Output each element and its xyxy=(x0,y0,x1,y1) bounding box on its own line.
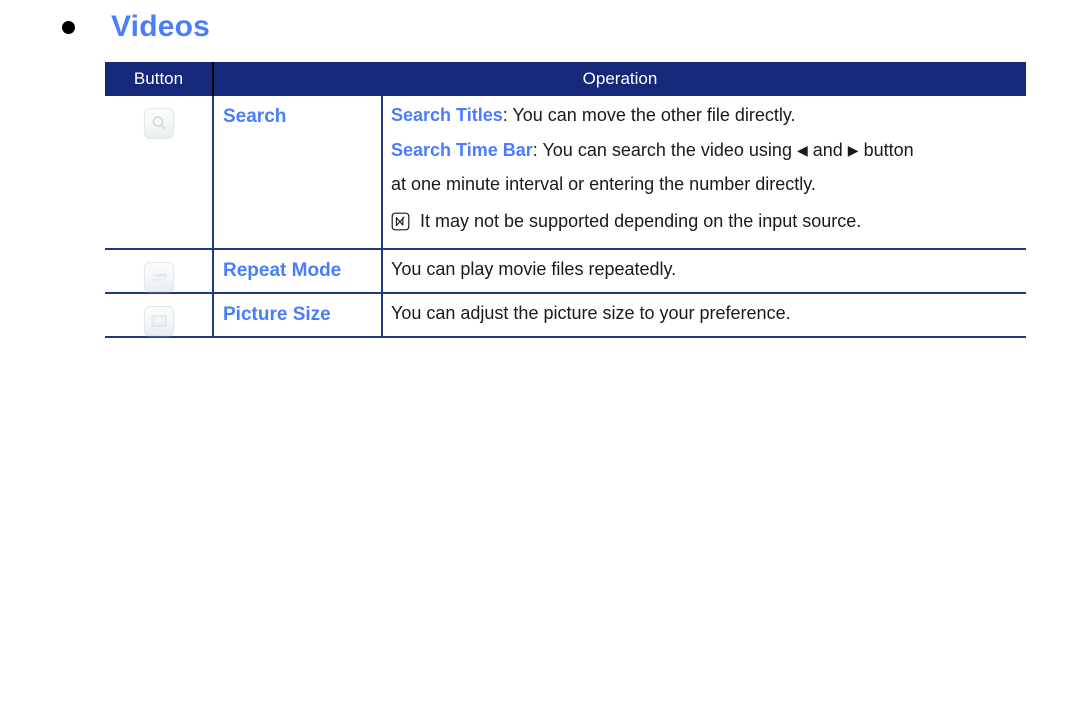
page-title: Videos xyxy=(111,10,211,43)
page-heading: Videos xyxy=(62,12,210,42)
description-separator: : xyxy=(532,139,543,160)
description-line: Search Titles: You can move the other fi… xyxy=(391,105,1026,126)
note-text: It may not be supported depending on the… xyxy=(420,211,862,232)
repeat-mode-icon[interactable] xyxy=(143,261,174,292)
row-label-cell: Picture Size xyxy=(212,292,382,338)
description-separator: : xyxy=(502,105,513,125)
search-icon[interactable] xyxy=(143,108,174,138)
description-text: You can move the other file directly. xyxy=(512,105,796,125)
manual-page: Videos Button Operation Search Search Ti… xyxy=(0,0,1080,705)
table-row: Repeat Mode You can play movie files rep… xyxy=(105,248,1027,294)
row-label: Repeat Mode xyxy=(223,259,342,281)
table-header-row: Button Operation xyxy=(105,62,1027,96)
description-keyword: Search Time Bar xyxy=(391,139,533,160)
description-line: You can play movie files repeatedly. xyxy=(391,258,677,279)
row-label-cell: Repeat Mode xyxy=(212,248,382,294)
column-header-button: Button xyxy=(105,62,214,96)
description-text: You can search the video using xyxy=(542,139,797,160)
table-header: Button Operation xyxy=(105,62,1027,96)
arrow-right-icon: ▶ xyxy=(847,141,859,158)
description-line: Search Time Bar: You can search the vide… xyxy=(391,140,1026,161)
row-icon-cell xyxy=(105,292,213,338)
row-description-cell: You can adjust the picture size to your … xyxy=(380,292,1027,338)
table-body: Search Search Titles: You can move the o… xyxy=(105,96,1027,338)
description-keyword: Search Titles xyxy=(391,105,503,125)
row-description-cell: Search Titles: You can move the other fi… xyxy=(380,96,1027,250)
column-header-operation: Operation xyxy=(213,62,1027,96)
description-text: and xyxy=(807,139,848,160)
row-label-cell: Search xyxy=(212,96,382,250)
description-text: button xyxy=(858,139,914,160)
row-icon-cell xyxy=(105,96,213,250)
videos-button-operation-table: Button Operation Search Search Titles: Y… xyxy=(105,62,1027,338)
description-line: at one minute interval or entering the n… xyxy=(391,174,816,195)
note-line: It may not be supported depending on the… xyxy=(391,211,1026,232)
arrow-left-icon: ◀ xyxy=(796,141,808,158)
row-icon-cell xyxy=(105,248,213,294)
row-label: Search xyxy=(223,106,287,127)
note-icon xyxy=(391,212,410,231)
bullet-dot-icon xyxy=(62,20,75,34)
row-label: Picture Size xyxy=(223,303,331,325)
table-row: Search Search Titles: You can move the o… xyxy=(105,96,1027,250)
row-description-cell: You can play movie files repeatedly. xyxy=(380,248,1027,294)
table-row: Picture Size You can adjust the picture … xyxy=(105,292,1027,338)
picture-size-icon[interactable] xyxy=(143,305,174,336)
description-line: You can adjust the picture size to your … xyxy=(391,302,791,323)
